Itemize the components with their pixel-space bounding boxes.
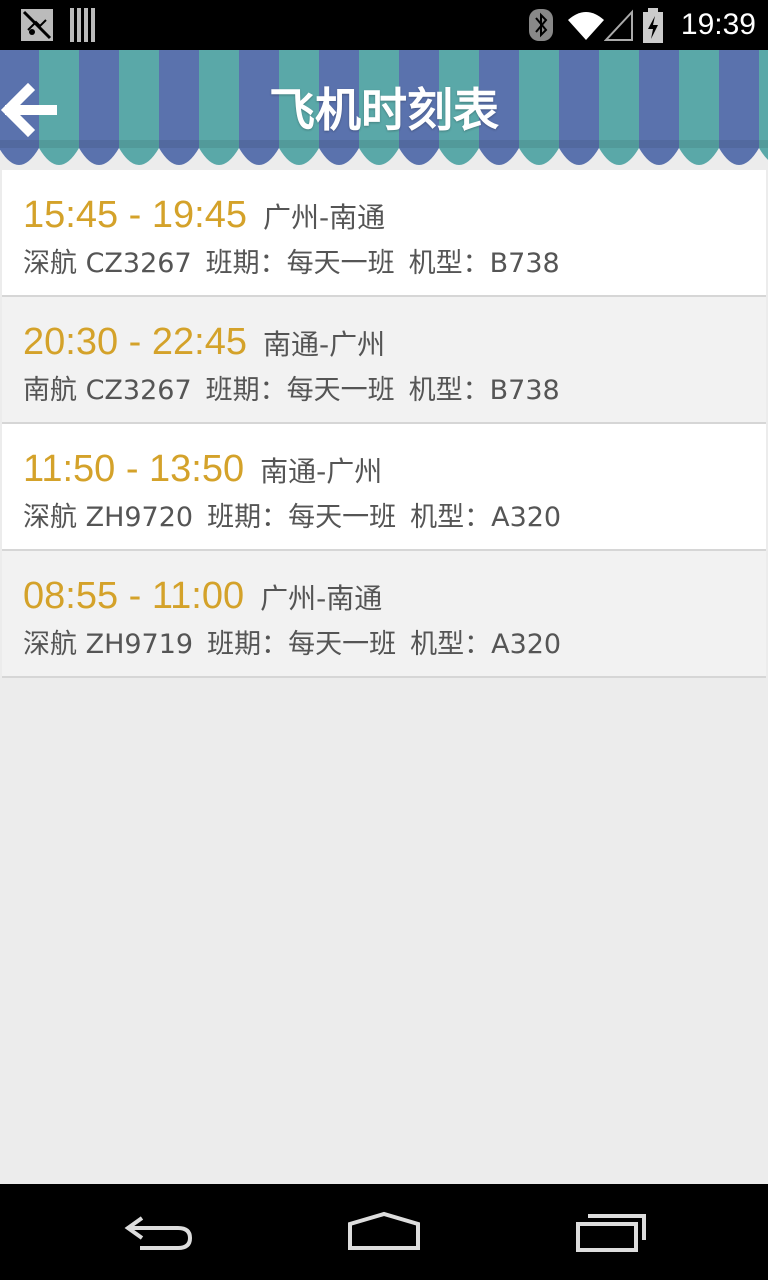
- flight-header-row: 11:50 - 13:50 南通-广州: [23, 446, 382, 492]
- flight-header-row: 20:30 - 22:45 南通-广州: [23, 319, 385, 365]
- flight-header-row: 15:45 - 19:45 广州-南通: [23, 192, 385, 238]
- home-nav-icon: [348, 1211, 420, 1250]
- signal-icon: [603, 8, 634, 46]
- flight-time: 15:45 - 19:45: [23, 194, 247, 236]
- status-time: 19:39: [680, 8, 756, 41]
- flight-aircraft: 机型：A320: [410, 629, 562, 660]
- wifi-icon: [566, 8, 606, 46]
- flight-time: 20:30 - 22:45: [23, 321, 247, 363]
- bluetooth-icon: [528, 8, 554, 46]
- notification-icon: [20, 8, 54, 46]
- back-nav-icon: [124, 1216, 193, 1250]
- flight-route: 南通-广州: [262, 328, 386, 361]
- flight-route: 广州-南通: [260, 582, 383, 615]
- flight-schedule: 班期：每天一班: [207, 629, 397, 660]
- nav-home-button[interactable]: [344, 1208, 424, 1258]
- flight-time: 08:55 - 11:00: [23, 575, 245, 617]
- nav-back-button[interactable]: [120, 1208, 200, 1258]
- flight-list-item[interactable]: 08:55 - 11:00 广州-南通深航 ZH9719 班期：每天一班 机型：A32…: [2, 551, 766, 678]
- navigation-bar: [0, 1184, 768, 1280]
- flight-detail-row: 深航 ZH9720 班期：每天一班 机型：A320: [23, 500, 575, 536]
- flight-aircraft: 机型：A320: [410, 502, 562, 533]
- recents-nav-icon: [576, 1214, 646, 1252]
- flight-detail-row: 南航 CZ3267 班期：每天一班 机型：B738: [23, 373, 574, 409]
- flight-list-item[interactable]: 20:30 - 22:45 南通-广州南航 CZ3267 班期：每天一班 机型：B73…: [2, 297, 766, 424]
- flight-list-item[interactable]: 11:50 - 13:50 南通-广州深航 ZH9720 班期：每天一班 机型：A32…: [2, 424, 766, 551]
- flight-route: 广州-南通: [262, 201, 386, 234]
- barcode-icon: [70, 8, 96, 46]
- flight-number: 深航 ZH9719: [23, 629, 194, 660]
- flight-list: 15:45 - 19:45 广州-南通 深航 CZ3267 班期：每天一班 机型：B73…: [0, 170, 768, 678]
- app-screen: 19:39 飞机时刻表 15:45 - 19:45 广州-南通 深航 CZ3267 班…: [0, 0, 768, 1280]
- header-bar: 飞机时刻表: [0, 50, 768, 170]
- page-title: 飞机时刻表: [269, 83, 499, 137]
- battery-icon: [642, 8, 664, 48]
- status-bar: 19:39: [0, 0, 768, 50]
- flight-route: 南通-广州: [260, 455, 383, 488]
- flight-aircraft: 机型：B738: [408, 248, 560, 279]
- flight-schedule: 班期：每天一班: [207, 502, 397, 533]
- flight-aircraft: 机型：B738: [408, 375, 560, 406]
- flight-header-row: 08:55 - 11:00 广州-南通: [23, 573, 382, 619]
- flight-schedule: 班期：每天一班: [205, 248, 395, 279]
- flight-list-item[interactable]: 15:45 - 19:45 广州-南通深航 CZ3267 班期：每天一班 机型：B73…: [2, 170, 766, 297]
- flight-detail-row: 深航 CZ3267 班期：每天一班 机型：B738: [23, 246, 574, 282]
- flight-schedule: 班期：每天一班: [205, 375, 395, 406]
- flight-detail-row: 深航 ZH9719 班期：每天一班 机型：A320: [23, 627, 575, 663]
- flight-number: 深航 ZH9720: [23, 502, 194, 533]
- flight-number: 南航 CZ3267: [23, 375, 192, 406]
- flight-number: 深航 CZ3267: [23, 248, 192, 279]
- flight-time: 11:50 - 13:50: [23, 448, 245, 490]
- nav-recents-button[interactable]: [572, 1208, 652, 1258]
